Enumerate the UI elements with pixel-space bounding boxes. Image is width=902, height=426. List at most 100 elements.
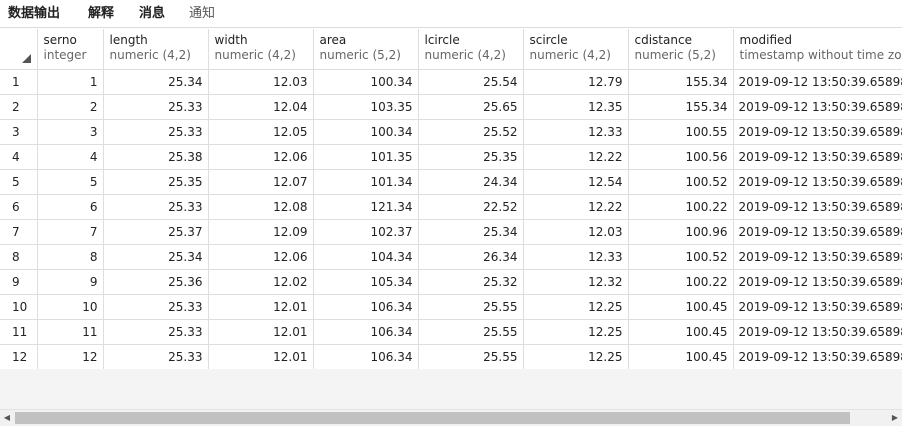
cell-serno[interactable]: 4 — [37, 144, 104, 170]
row-number[interactable]: 1 — [0, 69, 38, 95]
cell-modified[interactable]: 2019-09-12 13:50:39.65898 — [733, 269, 902, 295]
cell-cdistance[interactable]: 100.45 — [628, 344, 734, 369]
cell-scircle[interactable]: 12.35 — [523, 94, 629, 120]
row-number[interactable]: 11 — [0, 319, 38, 345]
cell-lcircle[interactable]: 25.34 — [418, 219, 524, 245]
row-number[interactable]: 3 — [0, 119, 38, 145]
cell-cdistance[interactable]: 100.52 — [628, 244, 734, 270]
cell-area[interactable]: 101.35 — [313, 144, 419, 170]
cell-width[interactable]: 12.04 — [208, 94, 314, 120]
cell-width[interactable]: 12.06 — [208, 244, 314, 270]
cell-area[interactable]: 106.34 — [313, 319, 419, 345]
cell-length[interactable]: 25.33 — [103, 194, 209, 220]
cell-lcircle[interactable]: 25.32 — [418, 269, 524, 295]
cell-modified[interactable]: 2019-09-12 13:50:39.65898 — [733, 169, 902, 195]
cell-scircle[interactable]: 12.25 — [523, 319, 629, 345]
cell-length[interactable]: 25.38 — [103, 144, 209, 170]
scroll-left-arrow-icon[interactable]: ◀ — [0, 410, 14, 426]
cell-serno[interactable]: 11 — [37, 319, 104, 345]
cell-serno[interactable]: 3 — [37, 119, 104, 145]
cell-serno[interactable]: 7 — [37, 219, 104, 245]
cell-area[interactable]: 102.37 — [313, 219, 419, 245]
table-row[interactable]: 4 4 25.38 12.06 101.35 25.35 12.22 100.56 2019-0… — [0, 144, 902, 170]
cell-length[interactable]: 25.33 — [103, 319, 209, 345]
cell-area[interactable]: 100.34 — [313, 119, 419, 145]
cell-cdistance[interactable]: 100.52 — [628, 169, 734, 195]
horizontal-scrollbar[interactable]: ◀ ▶ — [0, 409, 902, 426]
cell-length[interactable]: 25.34 — [103, 244, 209, 270]
cell-area[interactable]: 100.34 — [313, 69, 419, 95]
cell-serno[interactable]: 6 — [37, 194, 104, 220]
cell-cdistance[interactable]: 155.34 — [628, 69, 734, 95]
row-number[interactable]: 8 — [0, 244, 38, 270]
table-row[interactable]: 11 11 25.33 12.01 106.34 25.55 12.25 100.45 2019… — [0, 319, 902, 345]
table-row[interactable]: 7 7 25.37 12.09 102.37 25.34 12.03 100.96 2019-0… — [0, 219, 902, 245]
column-header-length[interactable]: length numeric (4,2) — [103, 29, 209, 70]
cell-scircle[interactable]: 12.33 — [523, 244, 629, 270]
table-row[interactable]: 3 3 25.33 12.05 100.34 25.52 12.33 100.55 2019-0… — [0, 119, 902, 145]
cell-area[interactable]: 106.34 — [313, 344, 419, 369]
cell-length[interactable]: 25.34 — [103, 69, 209, 95]
cell-width[interactable]: 12.09 — [208, 219, 314, 245]
cell-scircle[interactable]: 12.03 — [523, 219, 629, 245]
cell-area[interactable]: 103.35 — [313, 94, 419, 120]
row-number[interactable]: 10 — [0, 294, 38, 320]
cell-cdistance[interactable]: 100.56 — [628, 144, 734, 170]
cell-cdistance[interactable]: 100.55 — [628, 119, 734, 145]
cell-area[interactable]: 104.34 — [313, 244, 419, 270]
cell-area[interactable]: 121.34 — [313, 194, 419, 220]
cell-width[interactable]: 12.08 — [208, 194, 314, 220]
cell-scircle[interactable]: 12.79 — [523, 69, 629, 95]
row-number[interactable]: 7 — [0, 219, 38, 245]
cell-width[interactable]: 12.03 — [208, 69, 314, 95]
cell-serno[interactable]: 1 — [37, 69, 104, 95]
cell-modified[interactable]: 2019-09-12 13:50:39.65898 — [733, 69, 902, 95]
row-number[interactable]: 6 — [0, 194, 38, 220]
cell-length[interactable]: 25.33 — [103, 294, 209, 320]
table-row[interactable]: 9 9 25.36 12.02 105.34 25.32 12.32 100.22 2019-0… — [0, 269, 902, 295]
cell-area[interactable]: 101.34 — [313, 169, 419, 195]
cell-length[interactable]: 25.37 — [103, 219, 209, 245]
cell-cdistance[interactable]: 100.45 — [628, 294, 734, 320]
cell-lcircle[interactable]: 25.35 — [418, 144, 524, 170]
row-number[interactable]: 9 — [0, 269, 38, 295]
cell-modified[interactable]: 2019-09-12 13:50:39.65898 — [733, 94, 902, 120]
cell-length[interactable]: 25.35 — [103, 169, 209, 195]
cell-length[interactable]: 25.33 — [103, 94, 209, 120]
cell-lcircle[interactable]: 25.54 — [418, 69, 524, 95]
cell-modified[interactable]: 2019-09-12 13:50:39.65898 — [733, 144, 902, 170]
cell-width[interactable]: 12.05 — [208, 119, 314, 145]
cell-serno[interactable]: 12 — [37, 344, 104, 369]
table-row[interactable]: 8 8 25.34 12.06 104.34 26.34 12.33 100.52 2019-0… — [0, 244, 902, 270]
row-number[interactable]: 12 — [0, 344, 38, 369]
row-number[interactable]: 2 — [0, 94, 38, 120]
cell-lcircle[interactable]: 25.65 — [418, 94, 524, 120]
tab-explain[interactable]: 解释 — [88, 4, 114, 24]
cell-scircle[interactable]: 12.32 — [523, 269, 629, 295]
cell-lcircle[interactable]: 25.52 — [418, 119, 524, 145]
cell-modified[interactable]: 2019-09-12 13:50:39.65898 — [733, 319, 902, 345]
cell-serno[interactable]: 9 — [37, 269, 104, 295]
cell-area[interactable]: 105.34 — [313, 269, 419, 295]
cell-scircle[interactable]: 12.25 — [523, 344, 629, 369]
cell-scircle[interactable]: 12.22 — [523, 194, 629, 220]
select-all-corner[interactable] — [0, 29, 38, 70]
cell-width[interactable]: 12.01 — [208, 319, 314, 345]
cell-width[interactable]: 12.06 — [208, 144, 314, 170]
cell-modified[interactable]: 2019-09-12 13:50:39.65898 — [733, 194, 902, 220]
table-row[interactable]: 12 12 25.33 12.01 106.34 25.55 12.25 100.45 2019… — [0, 344, 902, 369]
scrollbar-thumb[interactable] — [15, 412, 850, 424]
cell-scircle[interactable]: 12.22 — [523, 144, 629, 170]
cell-width[interactable]: 12.07 — [208, 169, 314, 195]
cell-modified[interactable]: 2019-09-12 13:50:39.65898 — [733, 119, 902, 145]
cell-cdistance[interactable]: 100.22 — [628, 194, 734, 220]
cell-length[interactable]: 25.33 — [103, 344, 209, 369]
table-row[interactable]: 1 1 25.34 12.03 100.34 25.54 12.79 155.34 2019-0… — [0, 69, 902, 95]
tab-notifications[interactable]: 通知 — [189, 4, 215, 24]
cell-width[interactable]: 12.01 — [208, 344, 314, 369]
cell-serno[interactable]: 5 — [37, 169, 104, 195]
column-header-scircle[interactable]: scircle numeric (4,2) — [523, 29, 629, 70]
cell-scircle[interactable]: 12.54 — [523, 169, 629, 195]
cell-lcircle[interactable]: 22.52 — [418, 194, 524, 220]
cell-scircle[interactable]: 12.33 — [523, 119, 629, 145]
